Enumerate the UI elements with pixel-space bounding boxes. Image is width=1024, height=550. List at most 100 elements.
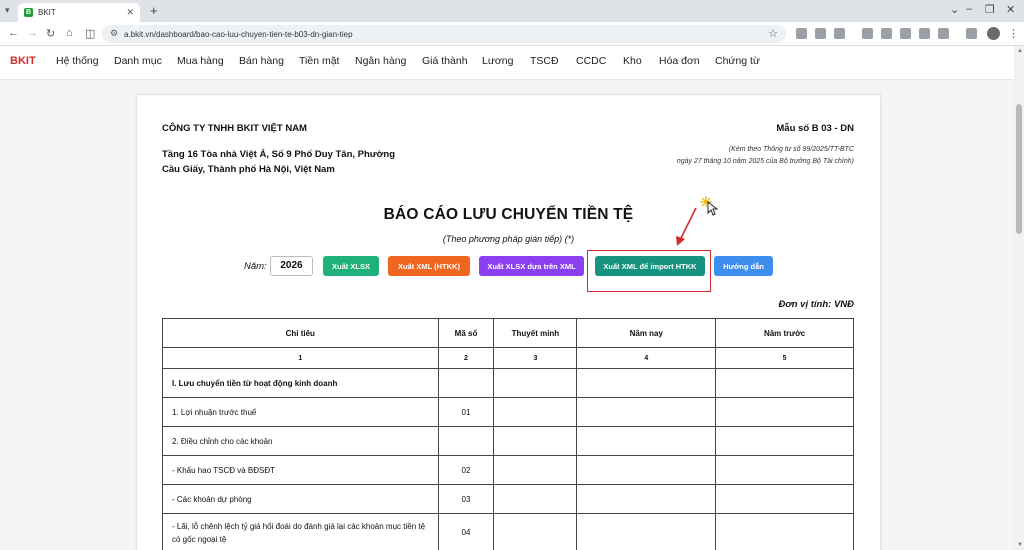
- export-xml-htkk-button[interactable]: Xuất XML (HTKK): [388, 256, 470, 276]
- browser-toolbar: ← → ↻ ⌂ ◫ ⚙ a.bkit.vn/dashboard/bao-cao-…: [0, 22, 1024, 46]
- col-header-thuyet-minh: Thuyết minh: [493, 318, 578, 348]
- row-code: 03: [437, 484, 495, 514]
- table-header-row: Chỉ tiêu Mã số Thuyết minh Năm nay Năm t…: [162, 318, 854, 348]
- nav-danh-muc[interactable]: Danh mục: [114, 55, 162, 67]
- site-info-icon[interactable]: ⚙: [110, 28, 118, 39]
- page-scrollbar[interactable]: ▲ ▼: [1014, 46, 1024, 550]
- brand-logo[interactable]: BKIT: [10, 55, 36, 67]
- cash-flow-table: Chỉ tiêu Mã số Thuyết minh Năm nay Năm t…: [162, 318, 854, 550]
- extensions-puzzle-icon[interactable]: [938, 28, 949, 39]
- row-label: - Lãi, lỗ chênh lệch tỷ giá hối đoái do …: [162, 513, 439, 550]
- col-index: 4: [576, 347, 717, 369]
- tab-menu-icon[interactable]: ⌄: [950, 3, 959, 16]
- new-tab-button[interactable]: +: [150, 3, 158, 18]
- company-address: Tầng 16 Tòa nhà Việt Á, Số 9 Phố Duy Tân…: [162, 149, 396, 175]
- circular-note-line2: ngày 27 tháng 10 năm 2025 của Bộ trưởng …: [676, 158, 854, 165]
- row-note: [493, 426, 578, 456]
- browser-menu-icon[interactable]: ⋮: [1008, 27, 1019, 40]
- year-input[interactable]: 2026: [270, 256, 313, 276]
- report-subtitle: (Theo phương pháp gián tiếp) (*): [442, 234, 575, 244]
- close-window-button[interactable]: ✕: [1006, 3, 1015, 16]
- col-index: 2: [437, 347, 495, 369]
- export-xlsx-button[interactable]: Xuất XLSX: [323, 256, 379, 276]
- nav-ban-hang[interactable]: Bán hàng: [239, 55, 284, 67]
- row-previous-year: [715, 513, 854, 550]
- year-label: Năm:: [244, 261, 267, 272]
- browser-tab[interactable]: B BKIT ✕: [18, 3, 140, 22]
- back-icon[interactable]: ←: [8, 27, 19, 39]
- app-nav: BKIT Hệ thống Danh mục Mua hàng Bán hàng…: [0, 46, 1024, 80]
- currency-unit: Đơn vị tính: VNĐ: [778, 299, 854, 310]
- col-header-chi-tieu: Chỉ tiêu: [162, 318, 439, 348]
- column-index-row: 1 2 3 4 5: [162, 347, 854, 369]
- extension-icon[interactable]: [834, 28, 845, 39]
- row-note: [493, 484, 578, 514]
- split-view-icon[interactable]: [966, 28, 977, 39]
- card-icon[interactable]: [881, 28, 892, 39]
- trash-icon[interactable]: [796, 28, 807, 39]
- nav-kho[interactable]: Kho: [623, 55, 642, 67]
- scroll-down-icon[interactable]: ▼: [1017, 542, 1023, 548]
- url-text: a.bkit.vn/dashboard/bao-cao-luu-chuyen-t…: [124, 29, 353, 39]
- url-bar[interactable]: ⚙ a.bkit.vn/dashboard/bao-cao-luu-chuyen…: [102, 25, 786, 43]
- row-previous-year: [715, 426, 854, 456]
- row-previous-year: [715, 455, 854, 485]
- annotation-arrow-icon: [676, 207, 697, 246]
- row-current-year: [576, 426, 717, 456]
- table-row: 2. Điều chỉnh cho các khoản: [162, 426, 854, 456]
- nav-ngan-hang[interactable]: Ngân hàng: [355, 55, 406, 67]
- highlight-box: [587, 250, 711, 292]
- forward-icon[interactable]: →: [27, 27, 38, 39]
- print-icon[interactable]: [919, 28, 930, 39]
- table-row: - Các khoản dự phòng 03: [162, 484, 854, 514]
- company-name: CÔNG TY TNHH BKIT VIỆT NAM: [162, 123, 307, 134]
- restore-button[interactable]: ❐: [985, 3, 995, 16]
- tab-search-icon[interactable]: ▾: [5, 5, 10, 16]
- row-label: 1. Lợi nhuận trước thuế: [162, 397, 439, 427]
- home-icon[interactable]: ⌂: [66, 27, 73, 39]
- scroll-up-icon[interactable]: ▲: [1017, 48, 1023, 54]
- report-title: BÁO CÁO LƯU CHUYỂN TIỀN TỆ: [383, 206, 634, 223]
- key-icon[interactable]: [862, 28, 873, 39]
- nav-tien-mat[interactable]: Tiền mặt: [299, 55, 339, 67]
- col-header-nam-nay: Năm nay: [576, 318, 717, 348]
- row-label: 2. Điều chỉnh cho các khoản: [162, 426, 439, 456]
- minimize-button[interactable]: –: [966, 3, 972, 15]
- reading-mode-icon[interactable]: [900, 28, 911, 39]
- nav-hoa-don[interactable]: Hóa đơn: [659, 55, 700, 67]
- nav-tscd[interactable]: TSCĐ: [530, 55, 559, 67]
- circular-note-line1: (Kèm theo Thông tư số 99/2025/TT-BTC: [728, 146, 854, 153]
- nav-mua-hang[interactable]: Mua hàng: [177, 55, 224, 67]
- sidebar-icon[interactable]: ◫: [85, 27, 95, 40]
- nav-gia-thanh[interactable]: Giá thành: [422, 55, 468, 67]
- nav-luong[interactable]: Lương: [482, 55, 513, 67]
- row-code: [437, 368, 495, 398]
- col-header-ma-so: Mã số: [437, 318, 495, 348]
- extension-recycle-icon[interactable]: [815, 28, 826, 39]
- scrollbar-thumb[interactable]: [1016, 104, 1022, 234]
- table-row: I. Lưu chuyển tiền từ hoạt động kinh doa…: [162, 368, 854, 398]
- row-code: 04: [437, 513, 495, 550]
- nav-chung-tu[interactable]: Chứng từ: [715, 55, 760, 67]
- close-tab-icon[interactable]: ✕: [126, 7, 134, 18]
- table-row: 1. Lợi nhuận trước thuế 01: [162, 397, 854, 427]
- row-code: [437, 426, 495, 456]
- browser-tab-bar: ▾ B BKIT ✕ + ⌄ – ❐ ✕: [0, 0, 1024, 22]
- row-current-year: [576, 513, 717, 550]
- row-label: - Khấu hao TSCĐ và BĐSĐT: [162, 455, 439, 485]
- nav-he-thong[interactable]: Hệ thống: [56, 55, 99, 67]
- bookmark-star-icon[interactable]: ☆: [768, 27, 778, 40]
- export-xlsx-from-xml-button[interactable]: Xuất XLSX dựa trên XML: [479, 256, 584, 276]
- tab-title: BKIT: [38, 8, 56, 17]
- row-current-year: [576, 397, 717, 427]
- nav-ccdc[interactable]: CCDC: [576, 55, 606, 67]
- profile-avatar[interactable]: [987, 27, 1000, 40]
- row-label: - Các khoản dự phòng: [162, 484, 439, 514]
- reload-icon[interactable]: ↻: [46, 27, 55, 40]
- row-label: I. Lưu chuyển tiền từ hoạt động kinh doa…: [162, 368, 439, 398]
- row-code: 02: [437, 455, 495, 485]
- col-index: 1: [162, 347, 439, 369]
- row-previous-year: [715, 484, 854, 514]
- col-index: 3: [493, 347, 578, 369]
- guide-button[interactable]: Hướng dẫn: [714, 256, 773, 276]
